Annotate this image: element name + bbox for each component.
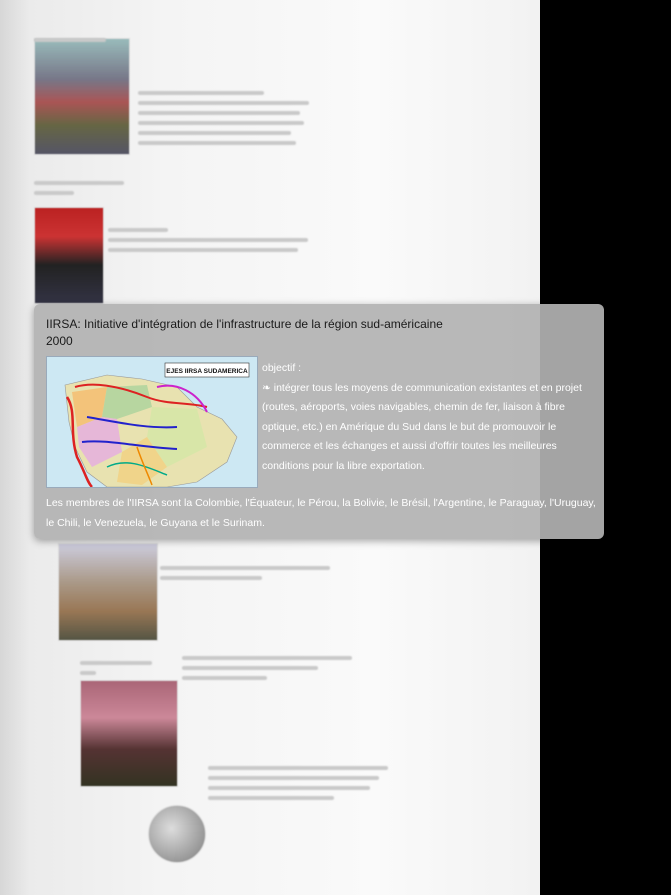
- card-title: IIRSA: Initiative d'intégration de l'inf…: [46, 317, 443, 331]
- card-year: 2000: [46, 334, 73, 348]
- objective-body: ❧ intégrer tous les moyens de communicat…: [262, 379, 592, 477]
- background-text-block: [208, 760, 388, 806]
- south-america-map: EJES IIRSA SUDAMERICA: [47, 357, 257, 487]
- screen: IIRSA: Initiative d'intégration de l'inf…: [0, 0, 671, 895]
- background-text-block: [160, 560, 330, 586]
- background-photo-protest: [80, 680, 178, 787]
- background-photo-portrait: [34, 207, 104, 304]
- background-photo-market: [58, 543, 158, 641]
- background-text-block: [138, 85, 318, 151]
- background-globe: [148, 805, 206, 863]
- background-text-block: [80, 655, 160, 681]
- background-text-block: [34, 32, 114, 48]
- bullet-icon: ❧: [262, 381, 271, 394]
- members-text: Les membres de l'IIRSA sont la Colombie,…: [46, 497, 596, 529]
- objective-heading: objectif :: [262, 362, 302, 374]
- objective-text: intégrer tous les moyens de communicatio…: [262, 381, 582, 472]
- background-text-block: [182, 650, 352, 686]
- background-text-block: [108, 222, 308, 258]
- info-card[interactable]: IIRSA: Initiative d'intégration de l'inf…: [34, 304, 604, 539]
- objective-section: objectif : ❧ intégrer tous les moyens de…: [262, 359, 592, 477]
- background-text-block: [34, 175, 134, 201]
- iirsa-map-image: EJES IIRSA SUDAMERICA: [46, 356, 258, 488]
- page-edge-shadow: [0, 0, 30, 895]
- background-photo-street: [34, 38, 130, 155]
- map-label: EJES IIRSA SUDAMERICA: [166, 368, 248, 375]
